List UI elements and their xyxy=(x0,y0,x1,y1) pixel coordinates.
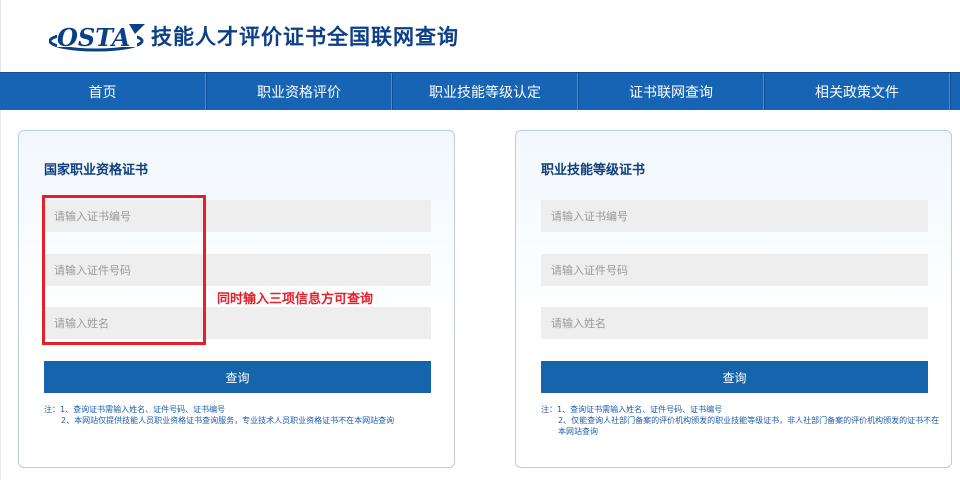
note-line-2: 2、本网站仅提供技能人员职业资格证书查询服务，专业技术人员职业资格证书不在本网站… xyxy=(61,416,395,425)
note-line-2: 2、仅能查询人社部门备案的评价机构颁发的职业技能等级证书，非人社部门备案的评价机… xyxy=(558,416,940,436)
highlight-box xyxy=(42,195,206,345)
nav-item-skill-level-recognition[interactable]: 职业技能等级认定 xyxy=(392,73,578,110)
skill-level-certificate-card: 职业技能等级证书 请输入证书编号 请输入证件号码 请输入姓名 查询 注：1、查询… xyxy=(515,130,952,468)
nav-item-policy-documents[interactable]: 相关政策文件 xyxy=(764,73,950,110)
query-button[interactable]: 查询 xyxy=(44,361,431,393)
site-title: 技能人才评价证书全国联网查询 xyxy=(151,25,459,49)
page-edge xyxy=(0,110,1,480)
id-number-input[interactable]: 请输入证件号码 xyxy=(541,254,928,286)
certificate-number-input[interactable]: 请输入证书编号 xyxy=(541,200,928,232)
svg-text:OSTA: OSTA xyxy=(57,23,130,52)
name-input[interactable]: 请输入姓名 xyxy=(541,307,928,339)
query-notes: 注：1、查询证书需输入姓名、证件号码、证书编号 2、仅能查询人社部门备案的评价机… xyxy=(541,404,941,437)
nav-item-certificate-query[interactable]: 证书联网查询 xyxy=(578,73,764,110)
card-title: 国家职业资格证书 xyxy=(44,163,149,178)
main-nav: 首页 职业资格评价 职业技能等级认定 证书联网查询 相关政策文件 xyxy=(0,72,960,110)
query-button[interactable]: 查询 xyxy=(541,361,928,393)
card-title: 职业技能等级证书 xyxy=(541,163,646,178)
nav-item-home[interactable]: 首页 xyxy=(0,73,206,110)
osta-logo[interactable]: OSTA xyxy=(49,22,149,52)
nav-item-qualification-evaluation[interactable]: 职业资格评价 xyxy=(206,73,392,110)
note-line-1: 注：1、查询证书需输入姓名、证件号码、证书编号 xyxy=(44,405,226,414)
annotation-text: 同时输入三项信息方可查询 xyxy=(217,292,374,307)
nav-tail xyxy=(950,73,960,110)
note-line-1: 注：1、查询证书需输入姓名、证件号码、证书编号 xyxy=(541,405,723,414)
query-notes: 注：1、查询证书需输入姓名、证件号码、证书编号 2、本网站仅提供技能人员职业资格… xyxy=(44,404,444,426)
site-header: OSTA 技能人才评价证书全国联网查询 xyxy=(0,0,960,72)
